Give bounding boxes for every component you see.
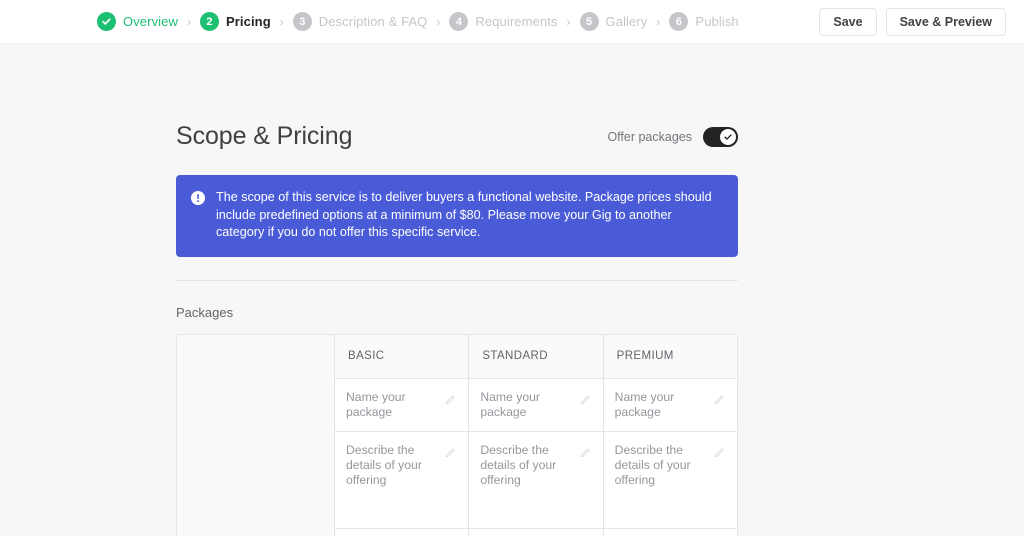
pencil-icon[interactable] xyxy=(579,393,591,411)
package-description-input-standard[interactable]: Describe the details of your offering xyxy=(469,431,603,529)
chevron-right-icon-1: › xyxy=(186,14,191,29)
packages-section-label: Packages xyxy=(176,304,234,320)
packages-table: BASIC Name your package Describe the det… xyxy=(176,333,738,536)
step-label-description-faq: Description & FAQ xyxy=(318,14,428,29)
step-badge-4: 4 xyxy=(449,12,469,31)
toggle-knob xyxy=(720,128,736,145)
package-header-basic: BASIC xyxy=(335,334,469,379)
package-description-placeholder-basic: Describe the details of your offering xyxy=(346,442,422,487)
check-icon xyxy=(97,12,116,31)
package-name-input-standard[interactable]: Name your package xyxy=(469,378,603,432)
step-badge-3: 3 xyxy=(292,12,312,31)
step-badge-6: 6 xyxy=(669,12,689,31)
page-title: Scope & Pricing xyxy=(176,122,353,150)
section-divider xyxy=(176,279,738,281)
package-name-placeholder-basic: Name your package xyxy=(346,389,406,419)
step-label-gallery: Gallery xyxy=(605,14,648,29)
offer-packages-toggle[interactable] xyxy=(703,126,738,147)
content-column: Scope & Pricing Offer packages The scope… xyxy=(176,44,738,536)
step-badge-2: 2 xyxy=(199,12,219,31)
step-label-publish: Publish xyxy=(695,14,739,29)
step-overview[interactable]: Overview xyxy=(97,12,178,31)
step-label-requirements: Requirements xyxy=(475,14,558,29)
delivery-time-select-basic[interactable]: DELIVERY TIME xyxy=(335,528,469,536)
step-description-faq[interactable]: 3 Description & FAQ xyxy=(292,12,428,31)
offer-packages-control: Offer packages xyxy=(607,126,738,147)
chevron-right-icon-2: › xyxy=(279,14,284,29)
scope-info-text: The scope of this service is to deliver … xyxy=(216,190,712,239)
package-column-standard: STANDARD Name your package Describe the … xyxy=(469,334,604,536)
package-description-placeholder-standard: Describe the details of your offering xyxy=(480,442,557,487)
package-column-basic: BASIC Name your package Describe the det… xyxy=(335,334,470,536)
scope-info-banner: The scope of this service is to deliver … xyxy=(176,175,738,257)
delivery-time-select-standard[interactable]: DELIVERY TIME xyxy=(469,528,603,536)
packages-row-labels-column xyxy=(177,334,335,536)
chevron-right-icon-4: › xyxy=(566,14,571,29)
save-and-preview-button[interactable]: Save & Preview xyxy=(885,7,1006,36)
delivery-time-select-premium[interactable]: DELIVERY TIME xyxy=(603,528,737,536)
pencil-icon[interactable] xyxy=(713,393,725,411)
pencil-icon[interactable] xyxy=(713,446,725,464)
package-description-input-basic[interactable]: Describe the details of your offering xyxy=(335,431,469,529)
info-icon xyxy=(191,191,205,242)
package-name-placeholder-standard: Name your package xyxy=(480,389,540,419)
step-label-pricing: Pricing xyxy=(225,14,271,29)
chevron-right-icon-3: › xyxy=(436,14,441,29)
step-label-overview: Overview xyxy=(123,14,178,29)
step-publish[interactable]: 6 Publish xyxy=(669,12,739,31)
offer-packages-label: Offer packages xyxy=(607,129,692,144)
save-button[interactable]: Save xyxy=(819,7,877,36)
pencil-icon[interactable] xyxy=(579,446,591,464)
pencil-icon[interactable] xyxy=(444,393,456,411)
package-description-input-premium[interactable]: Describe the details of your offering xyxy=(603,431,737,529)
packages-columns: BASIC Name your package Describe the det… xyxy=(335,334,737,536)
step-pricing[interactable]: 2 Pricing xyxy=(199,12,271,31)
step-badge-5: 5 xyxy=(579,12,599,31)
pencil-icon[interactable] xyxy=(444,446,456,464)
package-description-placeholder-premium: Describe the details of your offering xyxy=(614,442,691,487)
package-name-input-basic[interactable]: Name your package xyxy=(335,378,469,432)
step-navigation: Overview › 2 Pricing › 3 Description & F… xyxy=(97,12,739,31)
header-actions: Save Save & Preview xyxy=(819,7,1006,36)
step-requirements[interactable]: 4 Requirements xyxy=(449,12,557,31)
top-header-bar: Overview › 2 Pricing › 3 Description & F… xyxy=(0,0,1024,44)
package-name-input-premium[interactable]: Name your package xyxy=(603,378,737,432)
package-column-premium: PREMIUM Name your package Describe the d… xyxy=(603,334,737,536)
package-header-premium: PREMIUM xyxy=(603,334,737,379)
page-body: Scope & Pricing Offer packages The scope… xyxy=(0,44,1024,536)
check-icon xyxy=(724,133,732,140)
step-gallery[interactable]: 5 Gallery xyxy=(579,12,648,31)
package-header-standard: STANDARD xyxy=(469,334,603,379)
chevron-right-icon-5: › xyxy=(656,14,661,29)
title-row: Scope & Pricing Offer packages xyxy=(176,122,738,151)
package-name-placeholder-premium: Name your package xyxy=(614,389,675,419)
